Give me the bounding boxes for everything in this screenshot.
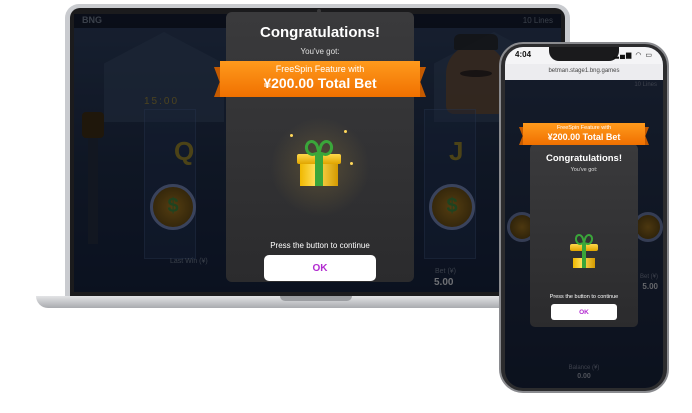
dialog-subtitle: You've got:: [300, 47, 340, 56]
continue-hint: Press the button to continue: [270, 241, 370, 250]
phone-notch: [549, 47, 619, 61]
phone-status-bar: 4:04 ▂▄▆ ◠ ▭: [505, 47, 663, 64]
dialog-title: Congratulations!: [260, 24, 380, 41]
signal-wifi-battery-icon: ▂▄▆ ◠ ▭: [613, 52, 653, 59]
gift-box-icon: [570, 233, 598, 268]
ok-button[interactable]: OK: [264, 255, 376, 281]
laptop-base-notch: [280, 296, 352, 301]
phone-ribbon-total-bet: ¥200.00 Total Bet: [547, 132, 621, 142]
gift-box-icon: [297, 138, 341, 186]
ribbon-feature-text: FreeSpin Feature with: [275, 64, 365, 74]
sparkle-icon: [344, 130, 347, 133]
ribbon-total-bet: ¥200.00 Total Bet: [263, 75, 377, 91]
phone-congratulations-dialog: Congratulations! You've got: Press the b…: [530, 144, 638, 327]
phone-continue-hint: Press the button to continue: [549, 294, 619, 300]
phone-dialog-subtitle: You've got:: [570, 167, 598, 173]
phone-dialog-title: Congratulations!: [546, 153, 622, 164]
device-mockup-stage: BNG 10 Lines 15:00 Q J $ $ Last Win (¥) …: [0, 0, 692, 413]
sparkle-icon: [290, 134, 293, 137]
reward-ribbon: FreeSpin Feature with ¥200.00 Total Bet: [214, 61, 426, 97]
address-bar[interactable]: betman.stage1.bng.games: [505, 64, 663, 80]
phone-screen: 4:04 ▂▄▆ ◠ ▭ betman.stage1.bng.games 10 …: [505, 47, 663, 388]
phone-reward-ribbon: FreeSpin Feature with ¥200.00 Total Bet: [519, 123, 649, 145]
status-time: 4:04: [515, 50, 532, 59]
phone-ribbon-feature-text: FreeSpin Feature with: [556, 125, 612, 131]
sparkle-icon: [350, 162, 353, 165]
congratulations-dialog: Congratulations! You've got: Press the b…: [226, 12, 414, 282]
phone-ok-button[interactable]: OK: [551, 304, 617, 320]
